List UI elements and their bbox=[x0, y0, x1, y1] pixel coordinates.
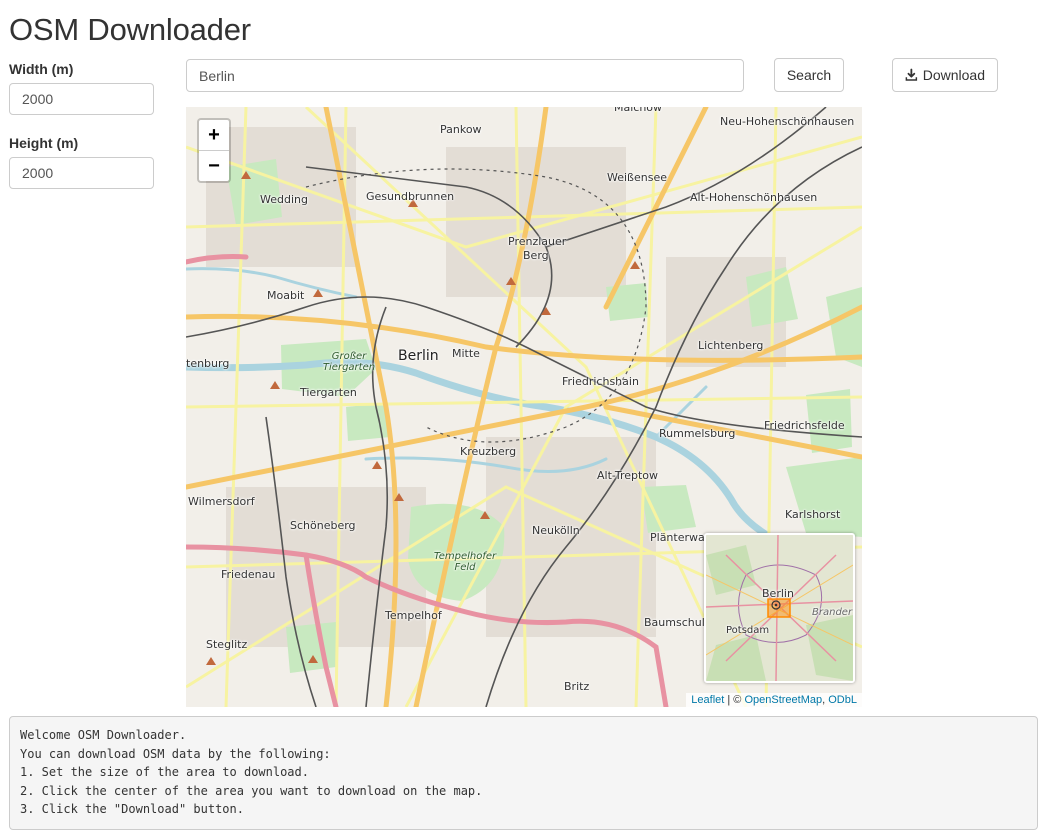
height-input[interactable] bbox=[9, 157, 154, 189]
map-place-label: Wedding bbox=[260, 193, 308, 206]
map-place-label: Britz bbox=[564, 680, 590, 693]
width-label: Width (m) bbox=[9, 61, 74, 77]
console-output: Welcome OSM Downloader. You can download… bbox=[9, 716, 1038, 830]
map-place-label: Baumschul bbox=[644, 616, 705, 629]
map-place-label: Kreuzberg bbox=[460, 445, 517, 458]
search-button[interactable]: Search bbox=[774, 58, 844, 92]
map-place-label: Neukölln bbox=[532, 524, 580, 537]
map-place-label: Berg bbox=[523, 249, 549, 262]
map-park-label: Tempelhofer Feld bbox=[433, 551, 497, 573]
minimap-place-label: Brander bbox=[812, 607, 853, 618]
width-input[interactable] bbox=[9, 83, 154, 115]
map-place-label: Neu-Hohenschönhausen bbox=[720, 115, 855, 128]
search-input[interactable] bbox=[186, 59, 744, 92]
map-park-label: Großer Tiergarten bbox=[322, 351, 376, 373]
search-button-label: Search bbox=[786, 67, 832, 83]
leaflet-link[interactable]: Leaflet bbox=[691, 694, 724, 706]
odbl-link[interactable]: ODbL bbox=[828, 694, 857, 706]
attribution-separator: | © bbox=[724, 694, 745, 706]
map-place-label: Moabit bbox=[267, 289, 305, 302]
minimap[interactable]: Berlin Potsdam Brander bbox=[704, 533, 855, 683]
map-place-label: Berlin bbox=[398, 348, 439, 364]
console-line: 3. Click the "Download" button. bbox=[20, 802, 244, 816]
map-place-label: Karlshorst bbox=[785, 508, 841, 521]
height-label: Height (m) bbox=[9, 135, 79, 151]
openstreetmap-link[interactable]: OpenStreetMap bbox=[744, 694, 822, 706]
minimap-place-label: Berlin bbox=[762, 587, 794, 600]
console-line: Welcome OSM Downloader. bbox=[20, 728, 187, 742]
map-place-label: Steglitz bbox=[206, 638, 248, 651]
map-place-label: Malchow bbox=[614, 107, 663, 114]
zoom-out-button[interactable]: − bbox=[199, 150, 229, 181]
zoom-in-button[interactable]: + bbox=[199, 120, 229, 150]
map-place-label: Alt-Hohenschönhausen bbox=[690, 191, 818, 204]
map-attribution: Leaflet | © OpenStreetMap, ODbL bbox=[686, 693, 862, 707]
download-button-label: Download bbox=[922, 67, 985, 83]
map-place-label: tenburg bbox=[186, 357, 230, 370]
map-place-label: Schöneberg bbox=[290, 519, 356, 532]
map-place-label: Lichtenberg bbox=[698, 339, 764, 352]
map-place-label: Tempelhof bbox=[385, 609, 442, 622]
page-title: OSM Downloader bbox=[9, 12, 251, 47]
map-place-label: Friedrichshain bbox=[562, 375, 639, 388]
map-place-label: Rummelsburg bbox=[659, 427, 736, 440]
download-button[interactable]: Download bbox=[892, 58, 998, 92]
console-line: You can download OSM data by the followi… bbox=[20, 746, 331, 761]
download-icon bbox=[905, 68, 918, 81]
map-place-label: Friedrichsfelde bbox=[764, 419, 845, 432]
map[interactable]: Pankow Malchow Neu-Hohenschönhausen Weißens… bbox=[186, 107, 862, 707]
map-place-label: Tiergarten bbox=[300, 386, 357, 399]
map-place-label: Weißensee bbox=[607, 171, 667, 184]
minimap-place-label: Potsdam bbox=[726, 625, 770, 636]
map-place-label: Gesundbrunnen bbox=[366, 190, 455, 203]
map-place-label: Friedenau bbox=[221, 568, 276, 581]
console-line: 2. Click the center of the area you want… bbox=[20, 783, 483, 798]
console-line: 1. Set the size of the area to download. bbox=[20, 765, 309, 779]
zoom-control: + − bbox=[197, 118, 231, 183]
map-place-label: Alt-Treptow bbox=[597, 469, 659, 482]
map-place-label: Pankow bbox=[440, 123, 482, 136]
map-place-label: Plänterwa bbox=[650, 531, 705, 544]
map-place-label: Wilmersdorf bbox=[188, 495, 255, 508]
map-place-label: Mitte bbox=[452, 347, 480, 360]
map-place-label: Prenzlauer bbox=[508, 235, 567, 248]
